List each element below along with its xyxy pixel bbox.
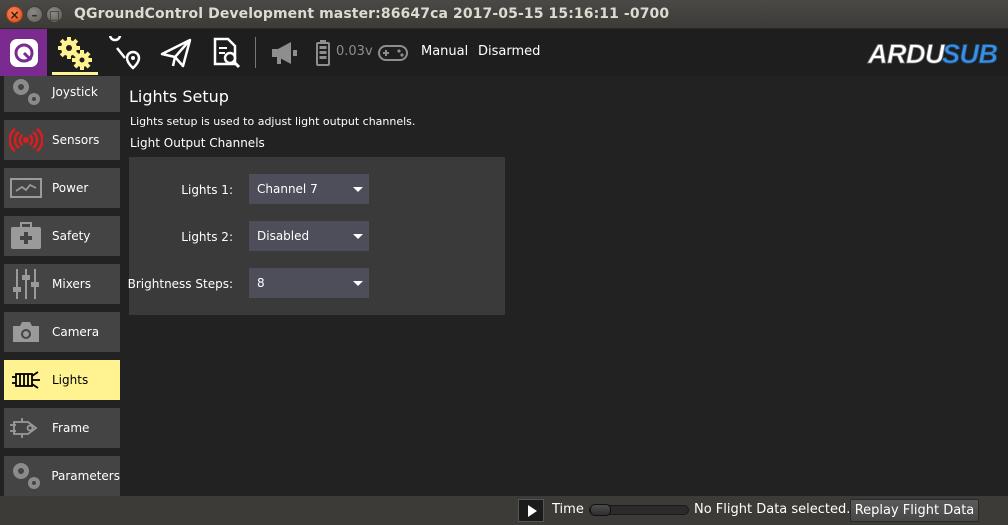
first-aid-kit-icon bbox=[4, 216, 48, 256]
arm-state-indicator[interactable]: Disarmed bbox=[478, 44, 540, 59]
messages-button[interactable] bbox=[266, 29, 302, 76]
setup-sidebar: Joystick Sensors Power Safety Mixers Cam… bbox=[0, 76, 124, 496]
paper-plane-icon bbox=[160, 38, 192, 67]
lights2-value: Disabled bbox=[257, 229, 310, 243]
replay-bar: Time No Flight Data selected.. Replay Fl… bbox=[0, 496, 1008, 525]
sidebar-item-camera[interactable]: Camera bbox=[4, 312, 120, 352]
radio-signal-icon bbox=[4, 120, 48, 160]
section-title: Light Output Channels bbox=[130, 136, 265, 150]
light-icon bbox=[4, 360, 48, 400]
sidebar-item-label: Lights bbox=[52, 373, 89, 387]
sidebar-item-label: Power bbox=[52, 181, 89, 195]
sidebar-item-sensors[interactable]: Sensors bbox=[4, 120, 120, 160]
brightness-steps-label: Brightness Steps: bbox=[127, 277, 233, 291]
close-window-button[interactable]: × bbox=[6, 6, 23, 23]
time-label: Time bbox=[552, 502, 584, 517]
chevron-down-icon bbox=[353, 280, 363, 286]
battery-indicator[interactable] bbox=[313, 29, 333, 76]
light-output-channels-group: Lights 1: Channel 7 Lights 2: Disabled B… bbox=[127, 157, 505, 315]
analyze-view-button[interactable] bbox=[206, 29, 246, 76]
page-title: Lights Setup bbox=[129, 87, 229, 106]
gamepad-icon bbox=[378, 44, 408, 61]
sidebar-item-label: Safety bbox=[52, 229, 91, 243]
svg-text:ARDU: ARDU bbox=[867, 39, 946, 69]
brightness-steps-select[interactable]: 8 bbox=[249, 268, 369, 298]
minimize-window-button[interactable]: – bbox=[26, 6, 43, 23]
gears-icon bbox=[58, 36, 92, 70]
flight-data-status: No Flight Data selected.. bbox=[694, 502, 855, 517]
main-toolbar: 0.03v Manual Disarmed ARDU SUB bbox=[0, 29, 1008, 76]
frame-icon bbox=[4, 408, 48, 448]
time-slider-handle[interactable] bbox=[590, 504, 611, 516]
fly-view-button[interactable] bbox=[156, 29, 196, 76]
power-monitor-icon bbox=[4, 168, 48, 208]
flight-mode-selector[interactable]: Manual bbox=[421, 44, 468, 59]
brightness-steps-value: 8 bbox=[257, 276, 265, 290]
window-titlebar: × – □ QGroundControl Development master:… bbox=[0, 0, 1008, 29]
battery-voltage: 0.03v bbox=[336, 44, 373, 59]
waypoint-path-icon bbox=[109, 35, 141, 70]
play-button[interactable] bbox=[518, 499, 544, 522]
toolbar-separator bbox=[255, 37, 256, 68]
lights2-label: Lights 2: bbox=[181, 230, 233, 244]
plan-view-button[interactable] bbox=[106, 29, 146, 76]
sidebar-item-label: Frame bbox=[52, 421, 90, 435]
qgc-logo-icon bbox=[9, 38, 38, 67]
sidebar-item-label: Camera bbox=[52, 325, 100, 339]
ardusub-logo: ARDU SUB bbox=[867, 39, 999, 69]
sidebar-item-mixers[interactable]: Mixers bbox=[4, 264, 120, 304]
maximize-window-button[interactable]: □ bbox=[46, 6, 63, 23]
sliders-icon bbox=[4, 264, 48, 304]
active-tab-indicator bbox=[52, 72, 98, 75]
sidebar-item-frame[interactable]: Frame bbox=[4, 408, 120, 448]
play-icon bbox=[527, 504, 537, 517]
qgc-logo-button[interactable] bbox=[0, 29, 47, 76]
lights1-value: Channel 7 bbox=[257, 182, 318, 196]
camera-icon bbox=[4, 312, 48, 352]
svg-text:SUB: SUB bbox=[942, 39, 998, 69]
vehicle-setup-button[interactable] bbox=[52, 29, 98, 76]
sidebar-item-parameters[interactable]: Parameters bbox=[4, 456, 120, 496]
gear-icon bbox=[4, 76, 48, 112]
chevron-down-icon bbox=[353, 186, 363, 192]
window-title: QGroundControl Development master:86647c… bbox=[74, 6, 670, 22]
document-search-icon bbox=[213, 37, 241, 68]
page-description: Lights setup is used to adjust light out… bbox=[130, 115, 416, 128]
gears-icon bbox=[4, 456, 47, 496]
sidebar-item-power[interactable]: Power bbox=[4, 168, 120, 208]
battery-icon bbox=[316, 39, 330, 66]
sidebar-item-lights[interactable]: Lights bbox=[4, 360, 120, 400]
lights2-select[interactable]: Disabled bbox=[249, 221, 369, 251]
sidebar-item-joystick[interactable]: Joystick bbox=[4, 76, 120, 112]
lights-setup-panel: Lights Setup Lights setup is used to adj… bbox=[124, 76, 1008, 496]
lights1-label: Lights 1: bbox=[181, 183, 233, 197]
sidebar-item-label: Sensors bbox=[52, 133, 100, 147]
sidebar-item-label: Parameters bbox=[51, 469, 120, 483]
sidebar-item-label: Mixers bbox=[52, 277, 91, 291]
sidebar-item-safety[interactable]: Safety bbox=[4, 216, 120, 256]
sidebar-item-label: Joystick bbox=[52, 85, 98, 99]
replay-flight-data-button[interactable]: Replay Flight Data bbox=[850, 499, 979, 522]
lights1-select[interactable]: Channel 7 bbox=[249, 174, 369, 204]
joystick-indicator[interactable] bbox=[378, 29, 408, 76]
chevron-down-icon bbox=[353, 233, 363, 239]
megaphone-icon bbox=[272, 41, 297, 64]
